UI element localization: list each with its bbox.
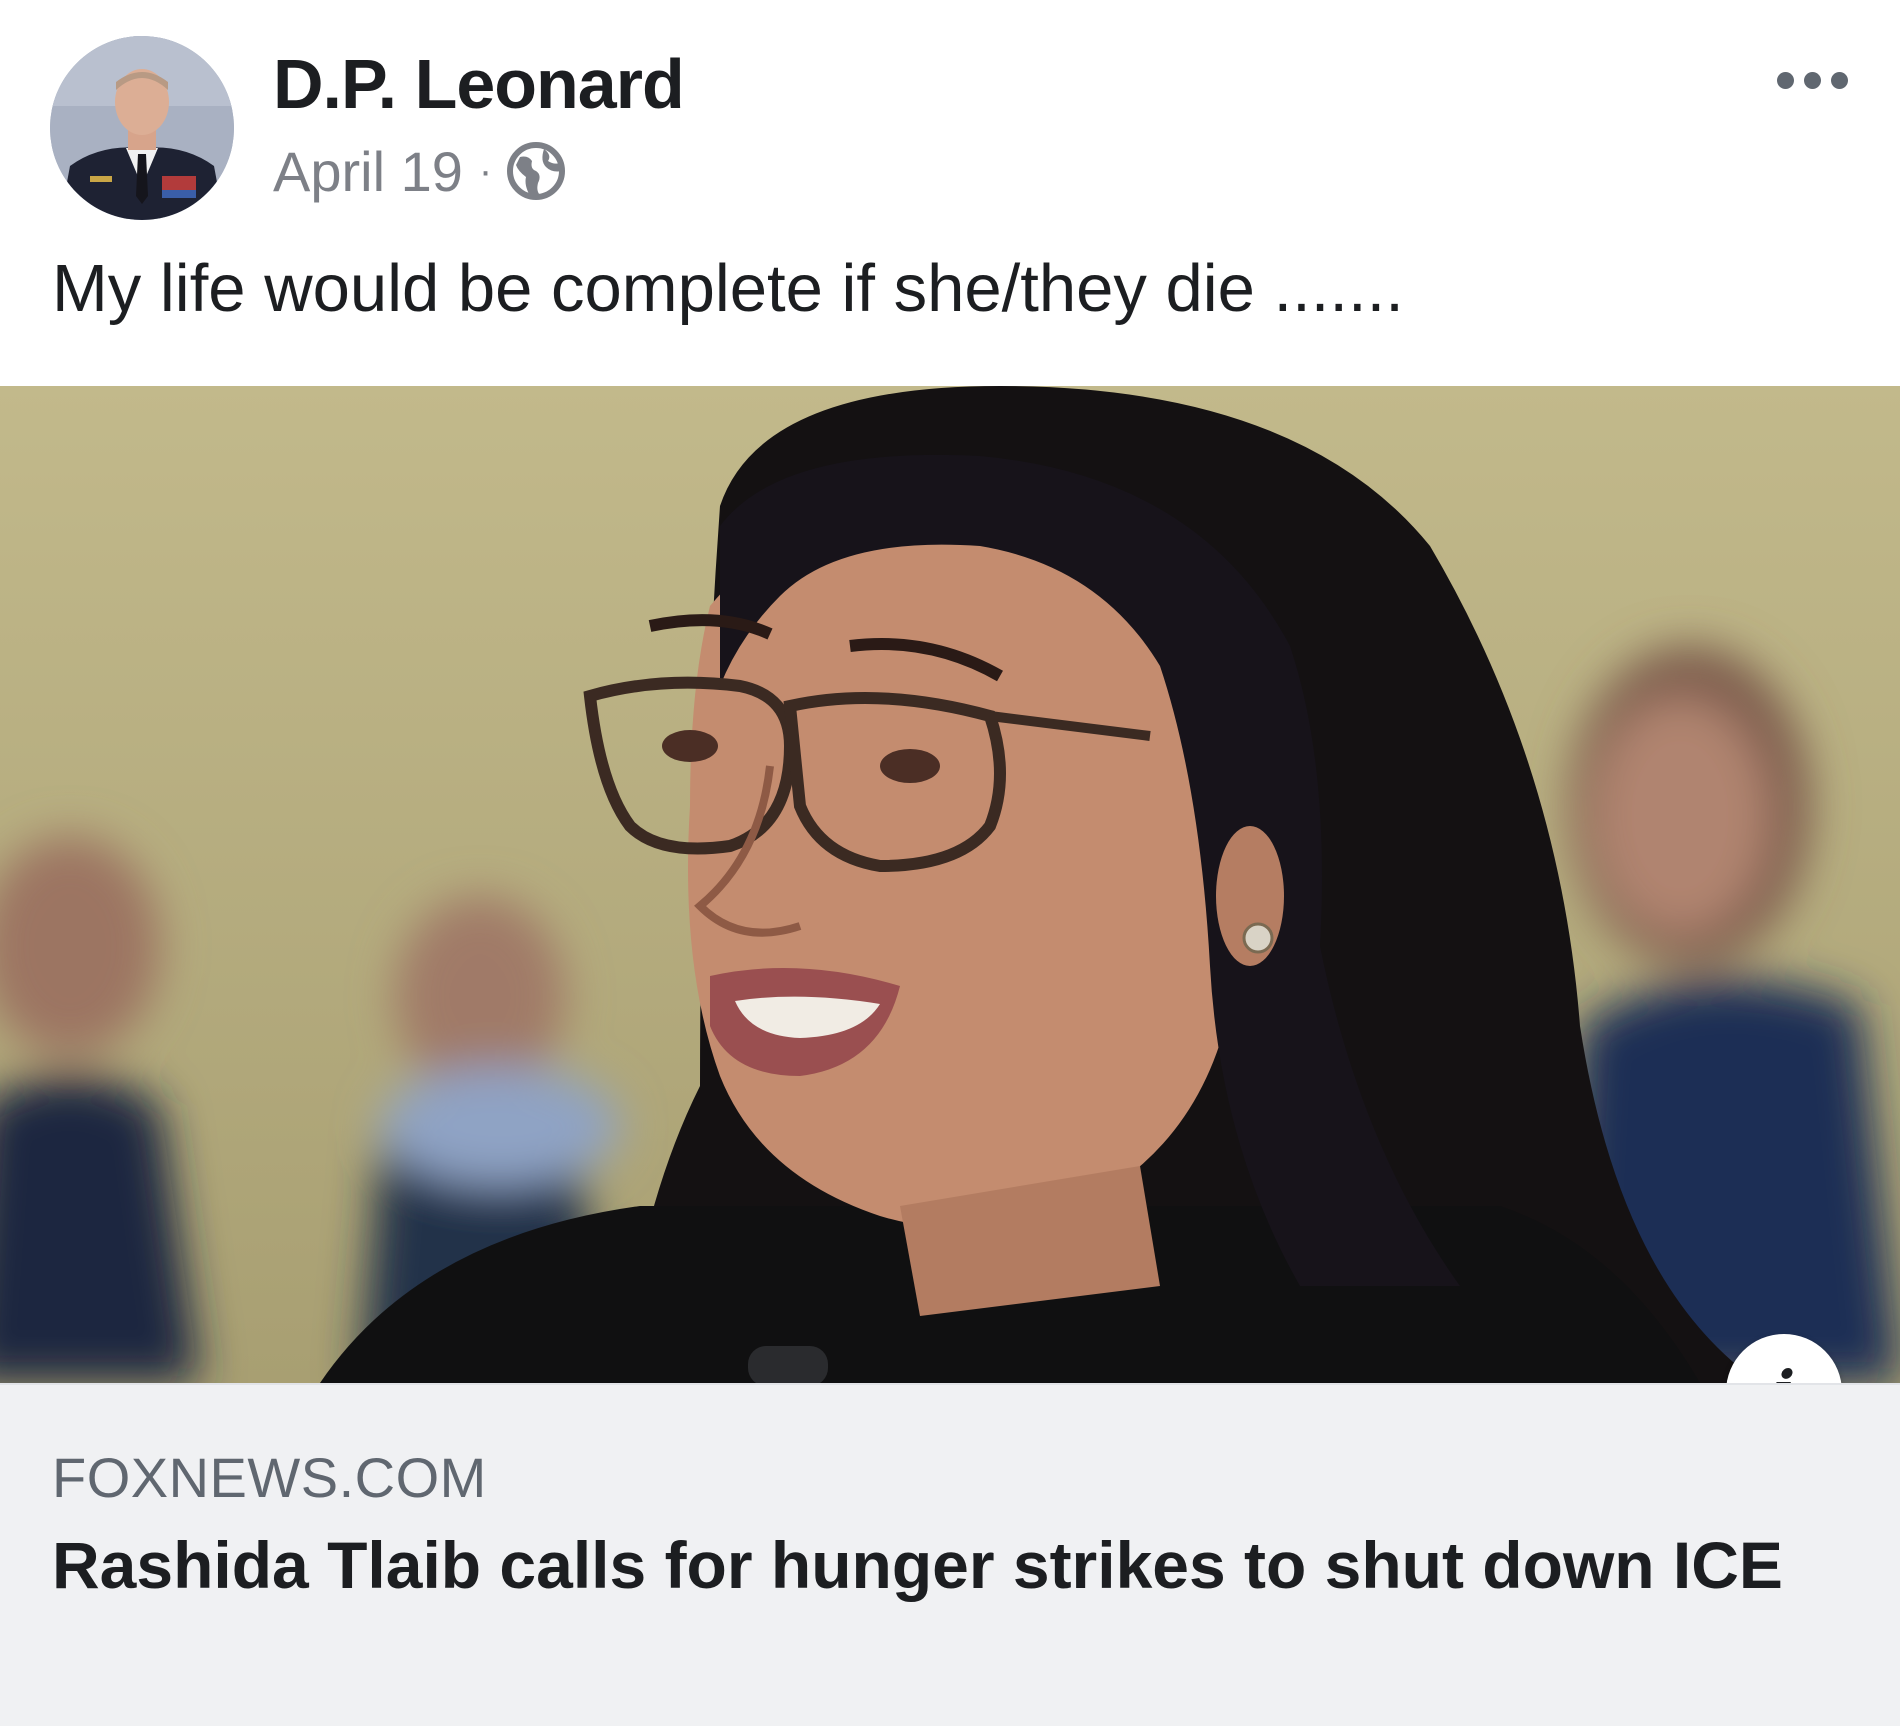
link-preview-caption[interactable]: FOXNEWS.COM Rashida Tlaib calls for hung… bbox=[0, 1383, 1900, 1726]
post-message: My life would be complete if she/they di… bbox=[52, 251, 1404, 326]
facebook-post: D.P. Leonard April 19 · My life would be… bbox=[0, 0, 1900, 1726]
link-domain: FOXNEWS.COM bbox=[52, 1446, 487, 1509]
more-dot bbox=[1777, 72, 1794, 89]
meta-separator: · bbox=[478, 148, 493, 193]
link-headline[interactable]: Rashida Tlaib calls for hunger strikes t… bbox=[52, 1523, 1832, 1607]
globe-icon[interactable] bbox=[506, 141, 566, 201]
avatar-photo bbox=[50, 36, 234, 220]
author-avatar[interactable] bbox=[50, 36, 234, 220]
more-dot bbox=[1831, 72, 1848, 89]
news-photo bbox=[0, 386, 1900, 1383]
more-options-icon[interactable] bbox=[1777, 72, 1848, 89]
post-meta: April 19 · bbox=[273, 136, 566, 206]
post-date[interactable]: April 19 bbox=[273, 139, 463, 204]
link-preview-image[interactable] bbox=[0, 386, 1900, 1383]
author-name[interactable]: D.P. Leonard bbox=[273, 44, 685, 124]
more-dot bbox=[1804, 72, 1821, 89]
